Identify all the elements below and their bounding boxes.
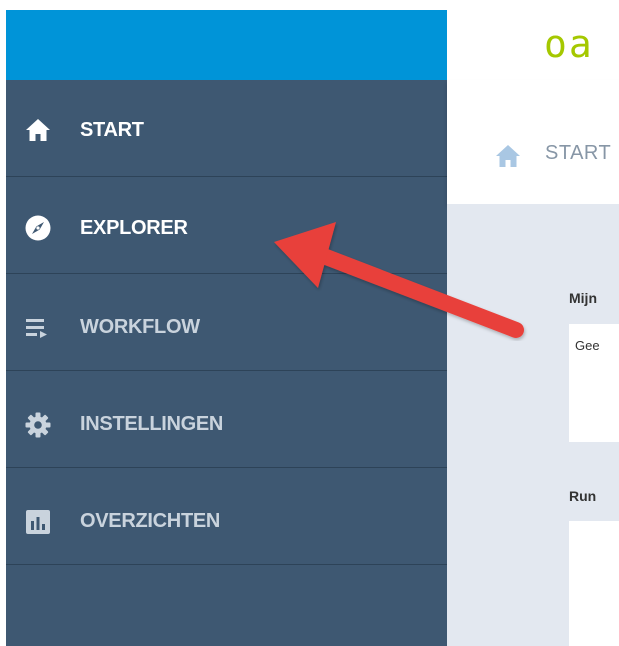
home-icon[interactable] (495, 144, 521, 168)
sidebar-item-label: EXPLORER (80, 217, 188, 239)
app-window: oa START EXPLORER WORKFLOW INSTELLINGEN … (6, 10, 619, 646)
sidebar-item-label: WORKFLOW (80, 316, 200, 338)
bar-chart-icon (26, 510, 50, 534)
section-panel-mijn: Gee (569, 324, 619, 442)
sidebar-item-label: INSTELLINGEN (80, 413, 224, 435)
compass-icon (25, 215, 51, 241)
sidebar-item-overzichten[interactable]: OVERZICHTEN (6, 468, 447, 565)
brand-logo-text[interactable]: oa (544, 22, 594, 66)
breadcrumb-start-link[interactable]: START (545, 142, 611, 165)
section-title-mijn: Mijn (569, 290, 597, 306)
breadcrumb-bar: START (447, 80, 619, 204)
sidebar-header-bar (6, 10, 447, 80)
sidebar-item-workflow[interactable]: WORKFLOW (6, 274, 447, 371)
brand-header: oa (447, 10, 619, 80)
section-panel-run (569, 521, 619, 646)
home-icon (26, 119, 50, 141)
workflow-list-icon (26, 319, 47, 338)
main-content: Mijn Gee Run (447, 204, 619, 646)
sidebar-item-explorer[interactable]: EXPLORER (6, 177, 447, 274)
section-title-run: Run (569, 488, 597, 504)
gear-icon (25, 412, 51, 438)
sidebar-item-instellingen[interactable]: INSTELLINGEN (6, 371, 447, 468)
sidebar-nav: START EXPLORER WORKFLOW INSTELLINGEN OVE… (6, 80, 447, 646)
sidebar-item-start[interactable]: START (6, 80, 447, 177)
panel-empty-text: Gee (575, 338, 600, 353)
sidebar-item-label: OVERZICHTEN (80, 510, 221, 532)
sidebar-item-label: START (80, 119, 144, 141)
